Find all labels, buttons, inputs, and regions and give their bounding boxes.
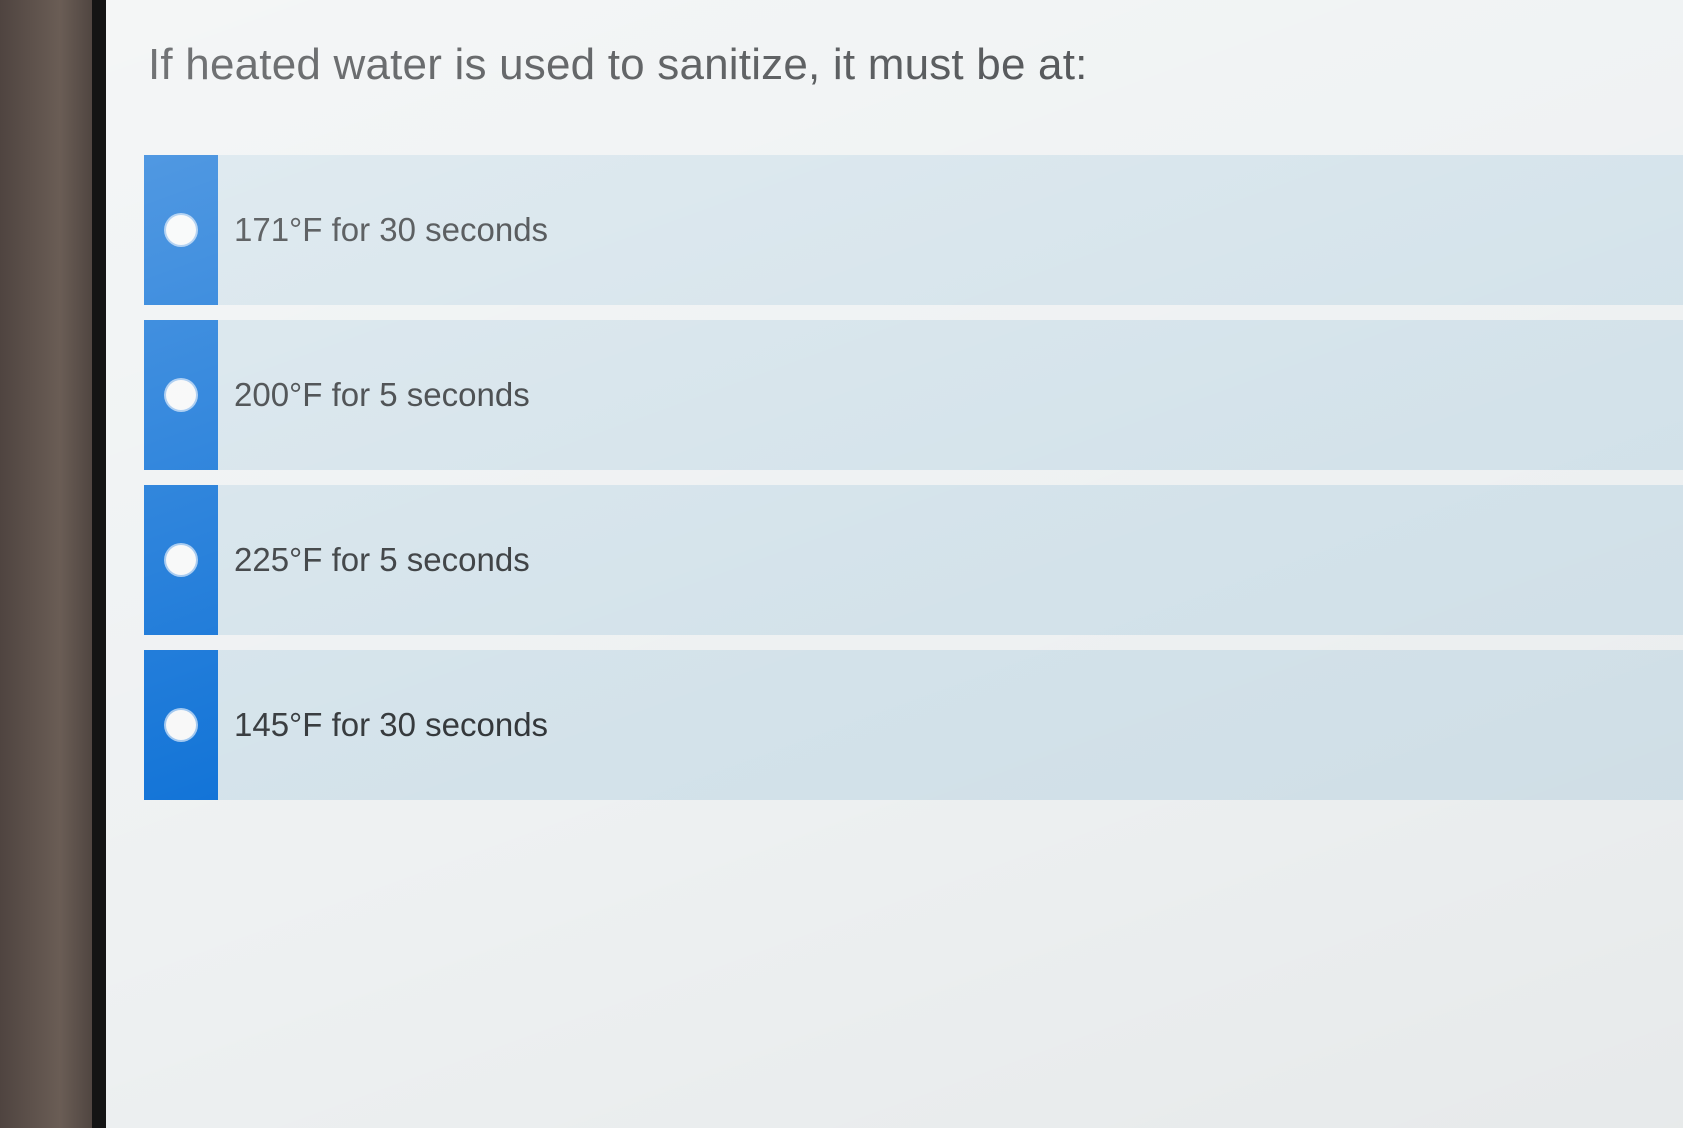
option-marker[interactable]	[144, 155, 218, 305]
option-marker[interactable]	[144, 650, 218, 800]
option-marker[interactable]	[144, 485, 218, 635]
answer-option[interactable]: 171°F for 30 seconds	[144, 155, 1683, 305]
radio-unselected-icon[interactable]	[166, 710, 196, 740]
answer-options: 171°F for 30 seconds 200°F for 5 seconds…	[144, 155, 1683, 815]
radio-unselected-icon[interactable]	[166, 545, 196, 575]
option-marker[interactable]	[144, 320, 218, 470]
answer-option[interactable]: 145°F for 30 seconds	[144, 650, 1683, 800]
option-label[interactable]: 225°F for 5 seconds	[234, 541, 530, 579]
monitor-bezel	[0, 0, 100, 1128]
answer-option[interactable]: 225°F for 5 seconds	[144, 485, 1683, 635]
option-label[interactable]: 171°F for 30 seconds	[234, 211, 548, 249]
radio-unselected-icon[interactable]	[166, 215, 196, 245]
question-text: If heated water is used to sanitize, it …	[148, 40, 1088, 89]
radio-unselected-icon[interactable]	[166, 380, 196, 410]
screen: If heated water is used to sanitize, it …	[106, 0, 1683, 1128]
option-label[interactable]: 145°F for 30 seconds	[234, 706, 548, 744]
answer-option[interactable]: 200°F for 5 seconds	[144, 320, 1683, 470]
monitor-bezel-edge	[92, 0, 106, 1128]
option-label[interactable]: 200°F for 5 seconds	[234, 376, 530, 414]
